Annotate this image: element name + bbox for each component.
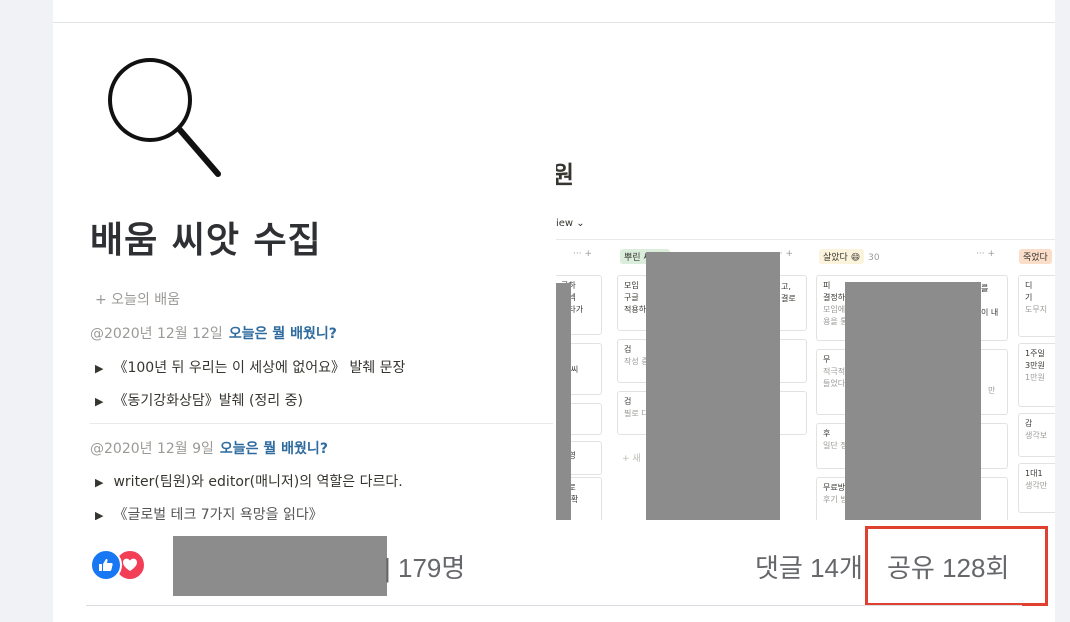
board-card[interactable]: 1대1 생각만 [1018, 463, 1055, 513]
redaction-block [556, 283, 571, 520]
board-card[interactable]: 감생각보 [1018, 413, 1055, 457]
toggle-triangle-icon[interactable]: ▶ [95, 509, 103, 520]
card-line: 만 [988, 386, 996, 395]
toggle-triangle-icon[interactable]: ▶ [95, 362, 103, 375]
entry-divider [90, 423, 553, 424]
new-card-button[interactable]: + 새 [622, 451, 641, 464]
view-selector[interactable]: iew ⌄ [556, 218, 585, 229]
add-learning-button[interactable]: + 오늘의 배움 [95, 289, 180, 309]
card-line: 1주일 [1025, 349, 1045, 358]
card-line: 디 [1025, 281, 1033, 290]
entry-link[interactable]: 오늘은 뭘 배웠니? [229, 326, 337, 342]
card-line: 를이 내 [981, 283, 998, 319]
toggle-item-label: 《100년 뒤 우리는 이 세상에 없어요》 발췌 문장 [113, 360, 406, 376]
card-line: 3만원 [1025, 361, 1045, 370]
heart-icon [123, 558, 137, 571]
card-line: 1대1 [1025, 469, 1043, 478]
toggle-item[interactable]: ▶ 《동기강화상담》발췌 (정리 중) [95, 390, 303, 410]
footer-divider [86, 605, 1022, 606]
reactor-names-redacted [173, 536, 387, 596]
comment-count-link[interactable]: 댓글 14개 [755, 548, 863, 585]
column-tag: 살았다 😄 [819, 249, 865, 264]
like-reaction-icon[interactable] [90, 549, 122, 581]
toggle-item-label: 《동기강화상담》발췌 (정리 중) [113, 393, 303, 409]
card-line: 생각만 [1025, 481, 1048, 490]
column-header: 살았다 😄 30 [819, 249, 880, 264]
board-card[interactable]: 디 기도무지 [1018, 275, 1055, 337]
entry-date-text: @2020년 12월 12일 [90, 326, 223, 342]
column-actions[interactable]: ··· + [976, 249, 995, 259]
post-image-left[interactable]: 배움 씨앗 수집 + 오늘의 배움 @2020년 12월 12일오늘은 뭘 배웠… [53, 23, 553, 520]
column-tag: 죽었다 [1019, 249, 1052, 264]
column-header: 죽었다 [1019, 249, 1055, 264]
card-line: 결로 [781, 294, 796, 303]
card-line: 1만원 [1025, 373, 1045, 382]
board-card[interactable]: 1주일 3만원 1만원 [1018, 343, 1055, 407]
reaction-count[interactable]: | 179명 [384, 548, 465, 585]
card-line: 고, [781, 282, 791, 291]
toggle-item[interactable]: ▶ 《글로벌 테크 7가지 욕망을 읽다》 [95, 504, 323, 520]
toggle-item-label: writer(팀원)와 editor(매니저)의 역할은 다르다. [113, 474, 403, 490]
column-actions[interactable]: ··· + [573, 249, 592, 259]
toggle-item[interactable]: ▶ 《100년 뒤 우리는 이 세상에 없어요》 발췌 문장 [95, 357, 405, 377]
entry-date-text: @2020년 12월 9일 [90, 441, 214, 457]
share-highlight-box [865, 526, 1048, 606]
entry-date: @2020년 12월 12일 오늘은 뭘 배웠니? [90, 323, 337, 343]
page-title: 배움 씨앗 수집 [90, 220, 322, 261]
board-title: 원 [556, 161, 575, 189]
column-count: 30 [868, 253, 880, 263]
card-line: 감 [1025, 419, 1033, 428]
toggle-item[interactable]: ▶ writer(팀원)와 editor(매니저)의 역할은 다르다. [95, 471, 403, 491]
card-line: 고, 결로 [781, 281, 796, 305]
magnifier-icon [108, 58, 221, 177]
post-image-right[interactable]: 원 iew ⌄ ··· + 뿌린 씨 🌱3 ··· + 살았다 😄30 ··· … [556, 23, 1055, 520]
card-line: 기 [1025, 293, 1033, 302]
entry-date: @2020년 12월 9일 오늘은 뭘 배웠니? [90, 438, 328, 458]
toggle-triangle-icon[interactable]: ▶ [95, 476, 103, 489]
card-line: 를 [981, 284, 989, 293]
redaction-block [646, 252, 780, 520]
thumbs-up-icon [99, 558, 113, 571]
card-line: 도무지 [1025, 305, 1048, 314]
toggle-item-label: 《글로벌 테크 7가지 욕망을 읽다》 [113, 507, 323, 520]
board-divider [556, 239, 1055, 240]
redaction-block [845, 282, 981, 520]
card-line: 생각보 [1025, 431, 1048, 440]
card-line: 이 내 [981, 308, 999, 317]
toggle-triangle-icon[interactable]: ▶ [95, 395, 103, 408]
entry-link[interactable]: 오늘은 뭘 배웠니? [220, 441, 328, 457]
